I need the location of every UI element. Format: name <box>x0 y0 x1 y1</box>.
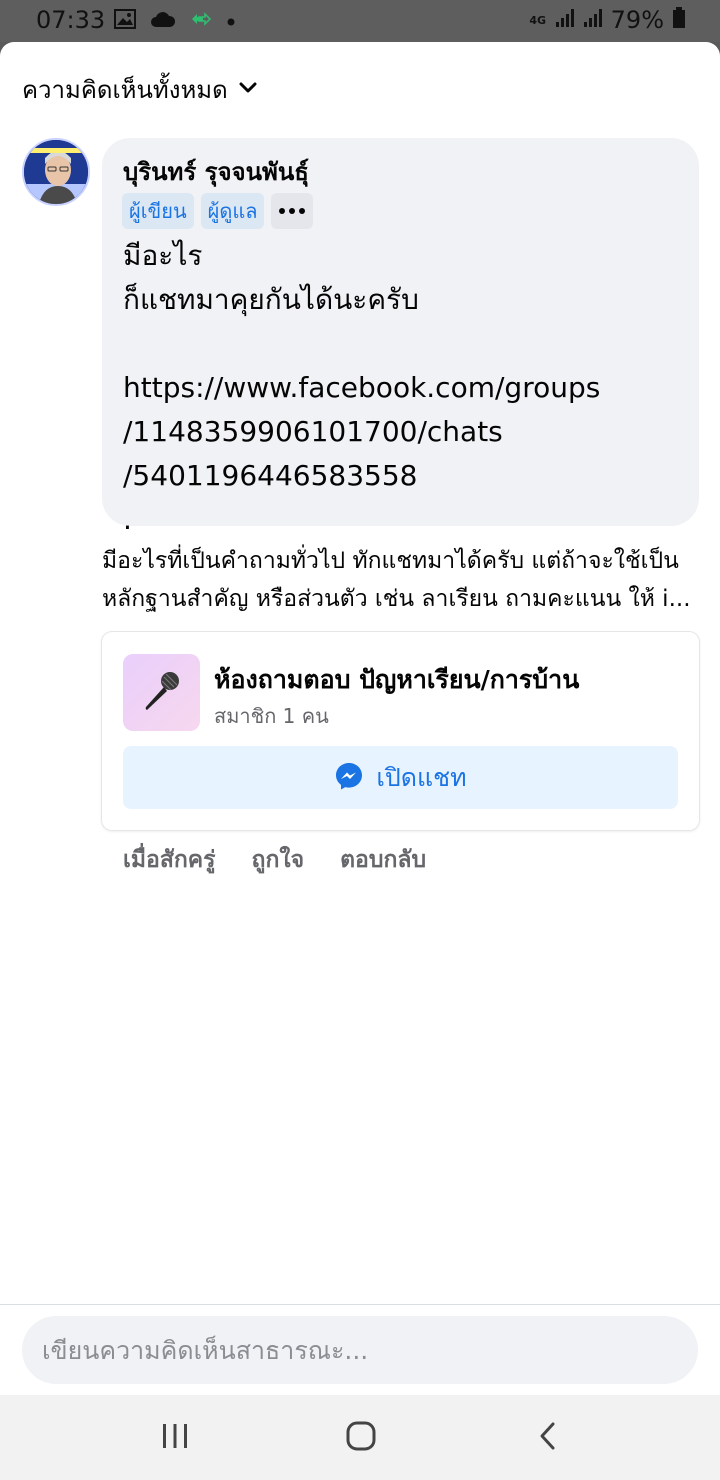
cloud-icon <box>150 10 176 32</box>
comment-composer[interactable] <box>22 1316 698 1384</box>
comment-filter-dropdown[interactable]: ความคิดเห็นทั้งหมด <box>22 70 258 109</box>
status-time: 07:33 <box>36 6 106 34</box>
comments-sheet: ความคิดเห็นทั้งหมด บุรินทร์ รุจจนพันธุ์ … <box>0 42 720 1395</box>
network-type: 4G <box>529 13 546 27</box>
chat-room-title: ห้องถามตอบ ปัญหาเรียน/การบ้าน <box>214 665 580 694</box>
author-badge[interactable]: ผู้เขียน <box>122 193 194 229</box>
composer-divider <box>0 1304 720 1305</box>
back-button[interactable] <box>518 1417 578 1459</box>
system-nav-bar <box>0 1395 720 1480</box>
comment-author-name[interactable]: บุรินทร์ รุจจนพันธุ์ <box>123 152 309 191</box>
comment-timestamp: เมื่อสักครู่ <box>123 847 216 873</box>
recent-apps-button[interactable] <box>145 1417 205 1459</box>
link-preview-line: หลักฐานสำคัญ หรือส่วนตัว เช่น ลาเรียน ถา… <box>102 586 691 612</box>
battery-icon <box>672 7 686 33</box>
avatar[interactable] <box>22 138 90 206</box>
link-preview-text: มีอะไรที่เป็นคำถามทั่วไป ทักแชทมาได้ครับ… <box>102 542 702 618</box>
link-preview-line: มีอะไรที่เป็นคำถามทั่วไป ทักแชทมาได้ครับ… <box>102 548 679 574</box>
microphone-icon <box>138 667 186 719</box>
status-notification-icons <box>114 9 236 33</box>
comment-input[interactable] <box>42 1316 678 1384</box>
chat-room-members: สมาชิก 1 คน <box>214 704 329 728</box>
messenger-icon <box>334 761 364 795</box>
home-icon <box>346 1421 376 1455</box>
like-button[interactable]: ถูกใจ <box>252 842 305 878</box>
chat-room-thumbnail <box>123 654 200 731</box>
more-horizontal-icon[interactable] <box>271 193 314 229</box>
comment-filter-label: ความคิดเห็นทั้งหมด <box>22 76 228 104</box>
chat-room-card[interactable]: ห้องถามตอบ ปัญหาเรียน/การบ้าน สมาชิก 1 ค… <box>102 632 699 830</box>
sync-icon <box>190 10 212 32</box>
dot-icon <box>226 12 236 31</box>
open-chat-button[interactable]: เปิดแชท <box>123 746 678 809</box>
home-button[interactable] <box>331 1417 391 1459</box>
comment-bubble: บุรินทร์ รุจจนพันธุ์ ผู้เขียน ผู้ดูแล มี… <box>102 138 699 536</box>
back-icon <box>537 1421 559 1455</box>
battery-percent: 79% <box>610 6 664 34</box>
status-bar: 07:33 4G 79% <box>0 0 720 42</box>
reply-button[interactable]: ตอบกลับ <box>340 842 426 878</box>
open-chat-label: เปิดแชท <box>376 762 467 792</box>
recent-apps-icon <box>160 1422 190 1454</box>
admin-badge[interactable]: ผู้ดูแล <box>200 193 265 229</box>
image-icon <box>114 9 136 33</box>
author-badges: ผู้เขียน ผู้ดูแล <box>122 193 314 229</box>
signal-icon <box>583 8 603 32</box>
signal-icon <box>555 8 575 32</box>
chevron-down-icon <box>238 80 258 99</box>
comment-body: มีอะไร ก็แชทมาคุยกันได้นะครับ https://ww… <box>123 239 601 536</box>
comment-actions: เมื่อสักครู่ ถูกใจ ตอบกลับ <box>123 842 426 878</box>
status-system-icons: 4G 79% <box>529 6 686 34</box>
